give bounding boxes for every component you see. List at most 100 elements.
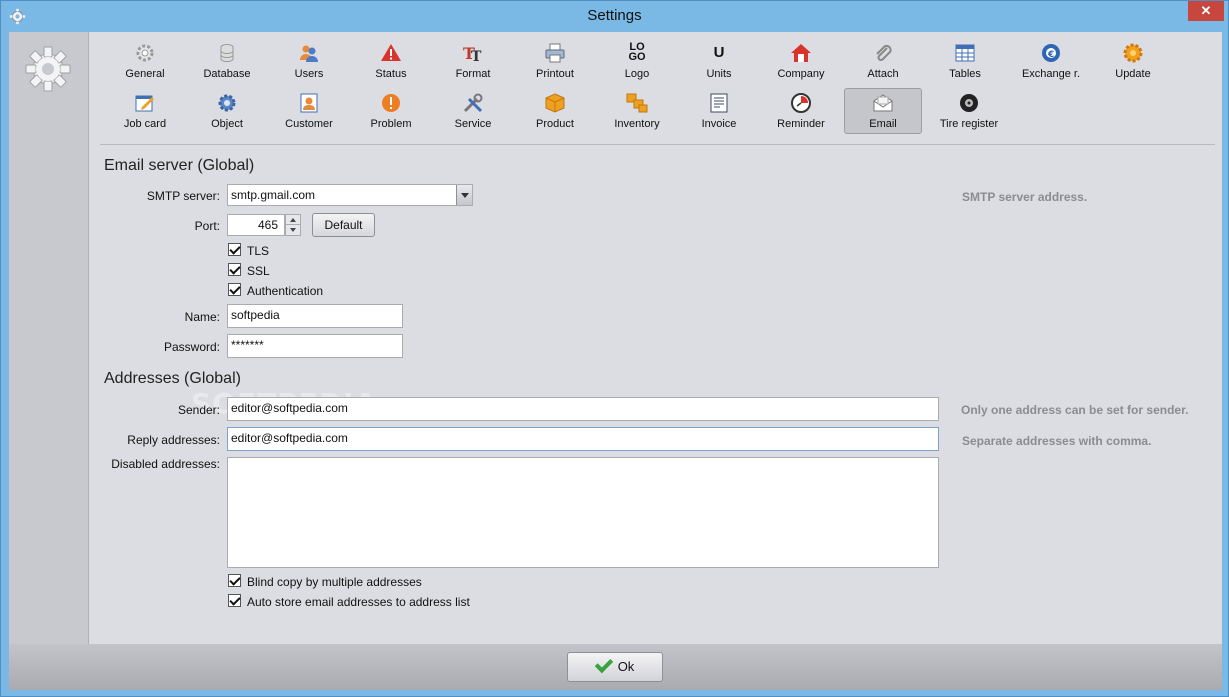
logo-glyph-bottom: GO	[628, 51, 646, 63]
toolbar-database[interactable]: Database	[188, 38, 266, 84]
toolbar-label: Invoice	[701, 118, 737, 130]
sender-hint: Only one address can be set for sender.	[961, 403, 1189, 417]
inventory-boxes-icon	[626, 93, 648, 113]
toolbar-units[interactable]: U Units	[680, 38, 758, 84]
port-label: Port:	[194, 219, 220, 233]
default-port-button[interactable]: Default	[312, 213, 375, 237]
smtp-server-combo[interactable]: smtp.gmail.com	[227, 184, 473, 206]
toolbar-tables[interactable]: Tables	[926, 38, 1004, 84]
tire-icon	[960, 94, 978, 112]
toolbar-status[interactable]: Status	[352, 38, 430, 84]
toolbar-email[interactable]: Email	[844, 88, 922, 134]
table-icon	[955, 44, 975, 62]
smtp-server-hint: SMTP server address.	[962, 190, 1088, 204]
svg-text:€: €	[1047, 50, 1054, 60]
toolbar-label: Problem	[370, 118, 412, 130]
disabled-addresses-textarea[interactable]	[227, 457, 939, 568]
toolbar-label: Object	[211, 118, 243, 130]
toolbar-general[interactable]: General	[106, 38, 184, 84]
name-label: Name:	[184, 310, 220, 324]
customer-icon	[300, 93, 318, 113]
toolbar-label: Update	[1115, 68, 1151, 80]
service-tools-icon	[463, 93, 483, 113]
exchange-rate-icon: €	[1042, 44, 1060, 62]
reply-addresses-hint: Separate addresses with comma.	[962, 434, 1152, 448]
window-title: Settings	[587, 7, 642, 24]
users-icon	[300, 45, 318, 62]
auto-store-checkbox[interactable]	[228, 594, 241, 607]
blind-copy-checkbox[interactable]	[228, 574, 241, 587]
paperclip-icon	[876, 44, 892, 61]
job-card-icon	[135, 95, 154, 112]
toolbar-label: Reminder	[777, 118, 825, 130]
auto-store-label: Auto store email addresses to address li…	[247, 595, 470, 609]
tls-checkbox[interactable]	[228, 243, 241, 256]
toolbar-printout[interactable]: Printout	[516, 38, 594, 84]
toolbar-label: Status	[375, 68, 407, 80]
email-icon	[873, 94, 893, 112]
port-field[interactable]: 465	[227, 214, 285, 236]
toolbar-inventory[interactable]: Inventory	[598, 88, 676, 134]
printer-icon	[545, 43, 565, 63]
product-box-icon	[545, 93, 565, 113]
disabled-addresses-label: Disabled addresses:	[111, 457, 220, 471]
update-icon	[1123, 43, 1143, 63]
toolbar-logo[interactable]: LO GO Logo	[598, 38, 676, 84]
toolbar-label: Tables	[949, 68, 981, 80]
sender-field[interactable]: editor@softpedia.com	[227, 397, 939, 421]
toolbar-label: Attach	[867, 68, 899, 80]
checkmark-icon	[594, 654, 613, 674]
toolbar-users[interactable]: Users	[270, 38, 348, 84]
object-gear-icon	[218, 94, 236, 112]
toolbar-tire-register[interactable]: Tire register	[926, 88, 1012, 134]
ssl-checkbox[interactable]	[228, 263, 241, 276]
database-icon	[220, 44, 234, 63]
ok-button[interactable]: Ok	[567, 652, 663, 682]
svg-text:T: T	[471, 49, 482, 64]
spin-down-icon[interactable]	[286, 225, 300, 235]
toolbar-reminder[interactable]: Reminder	[762, 88, 840, 134]
toolbar-label: Product	[536, 118, 574, 130]
toolbar-product[interactable]: Product	[516, 88, 594, 134]
warning-icon	[381, 44, 401, 61]
password-field[interactable]: *******	[227, 334, 403, 358]
large-gear-icon	[25, 46, 71, 92]
toolbar-invoice[interactable]: Invoice	[680, 88, 758, 134]
toolbar-service[interactable]: Service	[434, 88, 512, 134]
toolbar-job-card[interactable]: Job card	[106, 88, 184, 134]
invoice-icon	[710, 93, 728, 113]
authentication-label: Authentication	[247, 284, 324, 298]
toolbar-attach[interactable]: Attach	[844, 38, 922, 84]
toolbar-label: Service	[454, 118, 492, 130]
toolbar-object[interactable]: Object	[188, 88, 266, 134]
client-area: General Database Users Status TT Format	[9, 32, 1222, 690]
title-bar[interactable]: Settings ✕	[1, 1, 1228, 32]
toolbar-company[interactable]: Company	[762, 38, 840, 84]
blind-copy-label: Blind copy by multiple addresses	[247, 575, 422, 589]
side-panel	[9, 32, 89, 644]
toolbar-label: Printout	[536, 68, 574, 80]
company-house-icon	[791, 44, 811, 62]
toolbar-label: Job card	[123, 118, 167, 130]
spin-up-icon[interactable]	[286, 215, 300, 225]
toolbar-label: Users	[294, 68, 324, 80]
toolbar-exchange[interactable]: € Exchange r.	[1008, 38, 1094, 84]
port-spinner[interactable]	[285, 214, 301, 236]
toolbar-format[interactable]: TT Format	[434, 38, 512, 84]
reply-addresses-field[interactable]: editor@softpedia.com	[227, 427, 939, 451]
toolbar-customer[interactable]: Customer	[270, 88, 348, 134]
toolbar-label: Tire register	[939, 118, 999, 130]
authentication-checkbox[interactable]	[228, 283, 241, 296]
settings-content: General Database Users Status TT Format	[90, 32, 1222, 644]
name-field[interactable]: softpedia	[227, 304, 403, 328]
toolbar-problem[interactable]: Problem	[352, 88, 430, 134]
close-button[interactable]: ✕	[1188, 1, 1224, 21]
toolbar-label: Format	[455, 68, 491, 80]
format-icon: TT	[463, 44, 482, 64]
toolbar-update[interactable]: Update	[1094, 38, 1172, 84]
reminder-clock-icon	[791, 93, 811, 113]
addresses-section-title: Addresses (Global)	[104, 370, 241, 387]
chevron-down-icon[interactable]	[456, 185, 472, 205]
toolbar-label: Database	[203, 68, 251, 80]
settings-window: Settings ✕ General Database Users Status…	[0, 0, 1229, 697]
